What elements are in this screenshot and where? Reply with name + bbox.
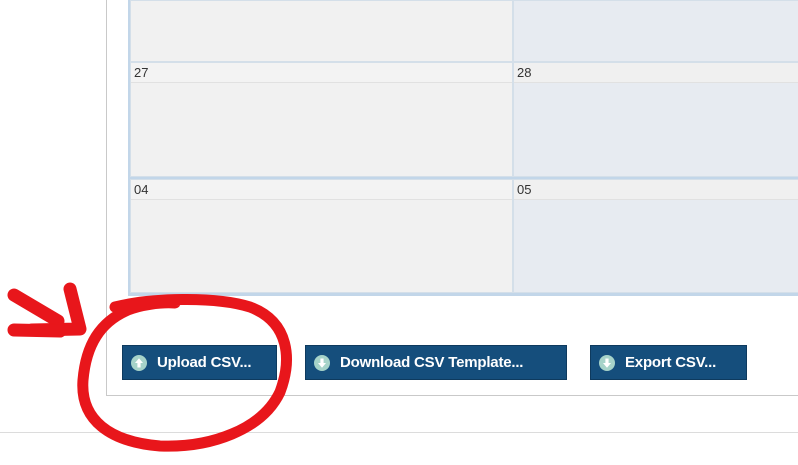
calendar-grid: 27 28 04 05 — [128, 0, 798, 296]
export-csv-button[interactable]: Export CSV... — [590, 345, 747, 380]
annotation-arrowhead-icon — [25, 282, 87, 337]
calendar-cell-day[interactable]: 27 — [130, 62, 513, 177]
day-number: 05 — [514, 180, 798, 200]
upload-csv-label: Upload CSV... — [157, 354, 252, 371]
calendar-cell[interactable] — [130, 0, 513, 62]
calendar-cell-day[interactable]: 28 — [513, 62, 798, 177]
export-csv-label: Export CSV... — [625, 354, 717, 371]
upload-csv-button[interactable]: Upload CSV... — [122, 345, 277, 380]
calendar-cell[interactable] — [513, 0, 798, 62]
day-number: 27 — [131, 63, 512, 83]
download-csv-template-label: Download CSV Template... — [340, 354, 524, 371]
arrow-down-circle-icon — [314, 354, 330, 371]
calendar-cell-day[interactable]: 04 — [130, 179, 513, 293]
day-number: 04 — [131, 180, 512, 200]
footer-divider — [0, 432, 798, 433]
arrow-down-circle-icon — [599, 354, 615, 371]
arrow-up-circle-icon — [131, 354, 147, 371]
calendar-cell-day[interactable]: 05 — [513, 179, 798, 293]
day-number: 28 — [514, 63, 798, 83]
annotation-arrow-icon — [7, 288, 65, 328]
download-csv-template-button[interactable]: Download CSV Template... — [305, 345, 567, 380]
